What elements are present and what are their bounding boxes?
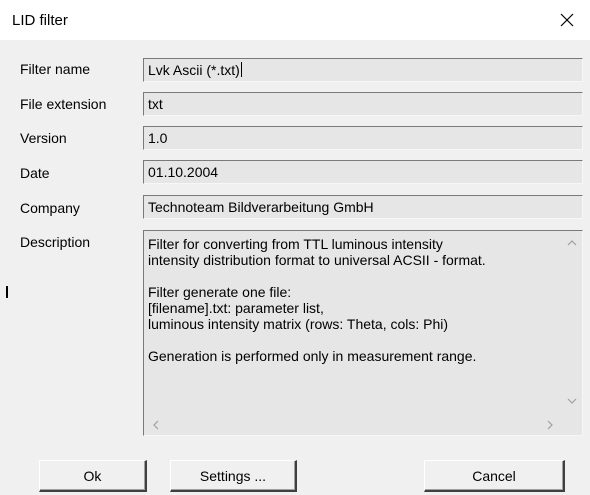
description-line: Filter for converting from TTL luminous …: [148, 236, 443, 252]
description-line: [filename].txt: parameter list,: [148, 300, 324, 316]
description-line: intensity distribution format to univers…: [148, 252, 486, 268]
description-text: Filter for converting from TTL luminous …: [148, 236, 558, 411]
date-field[interactable]: 01.10.2004: [143, 160, 583, 184]
title-bar: LID filter: [0, 0, 590, 40]
filter-name-value: Lvk Ascii (*.txt): [148, 62, 240, 78]
description-line: [148, 332, 558, 348]
version-label: Version: [20, 130, 67, 146]
scroll-down-button[interactable]: [562, 391, 582, 411]
version-field[interactable]: 1.0: [143, 126, 583, 150]
close-icon: [560, 13, 574, 27]
file-extension-value: txt: [148, 96, 163, 112]
company-field[interactable]: Technoteam Bildverarbeitung GmbH: [143, 195, 583, 219]
settings-button[interactable]: Settings ...: [170, 460, 297, 492]
company-label: Company: [20, 200, 80, 216]
file-extension-field[interactable]: txt: [143, 92, 583, 116]
vertical-scrollbar[interactable]: [562, 231, 582, 413]
scroll-right-button[interactable]: [540, 415, 560, 435]
ok-button-label: Ok: [83, 467, 102, 484]
description-textarea[interactable]: Filter for converting from TTL luminous …: [143, 230, 583, 436]
cancel-button[interactable]: Cancel: [424, 460, 565, 492]
chevron-down-icon: [567, 398, 577, 404]
file-extension-label: File extension: [20, 96, 107, 112]
text-caret: [240, 62, 242, 77]
date-value: 01.10.2004: [148, 164, 219, 180]
lid-filter-dialog: LID filter Filter name Lvk Ascii (*.txt)…: [0, 0, 590, 495]
chevron-left-icon: [153, 420, 159, 430]
scrollbar-corner: [562, 415, 582, 435]
settings-button-label: Settings ...: [199, 467, 267, 484]
ok-button[interactable]: Ok: [39, 460, 147, 492]
version-value: 1.0: [148, 130, 168, 146]
chevron-up-icon: [567, 240, 577, 246]
description-label: Description: [20, 234, 91, 250]
description-line: luminous intensity matrix (rows: Theta, …: [148, 316, 449, 332]
cancel-button-label: Cancel: [472, 467, 516, 484]
filter-name-field[interactable]: Lvk Ascii (*.txt): [143, 58, 583, 82]
scroll-up-button[interactable]: [562, 233, 582, 253]
edge-mark: [6, 286, 8, 298]
close-button[interactable]: [544, 0, 590, 40]
date-label: Date: [20, 165, 50, 181]
window-title: LID filter: [12, 12, 68, 29]
description-line: Filter generate one file:: [148, 284, 292, 300]
description-line: [148, 268, 558, 284]
scroll-left-button[interactable]: [146, 415, 166, 435]
company-value: Technoteam Bildverarbeitung GmbH: [148, 199, 374, 215]
description-line: Generation is performed only in measurem…: [148, 348, 477, 364]
chevron-right-icon: [547, 420, 553, 430]
horizontal-scrollbar[interactable]: [144, 415, 562, 435]
filter-name-label: Filter name: [20, 61, 91, 77]
